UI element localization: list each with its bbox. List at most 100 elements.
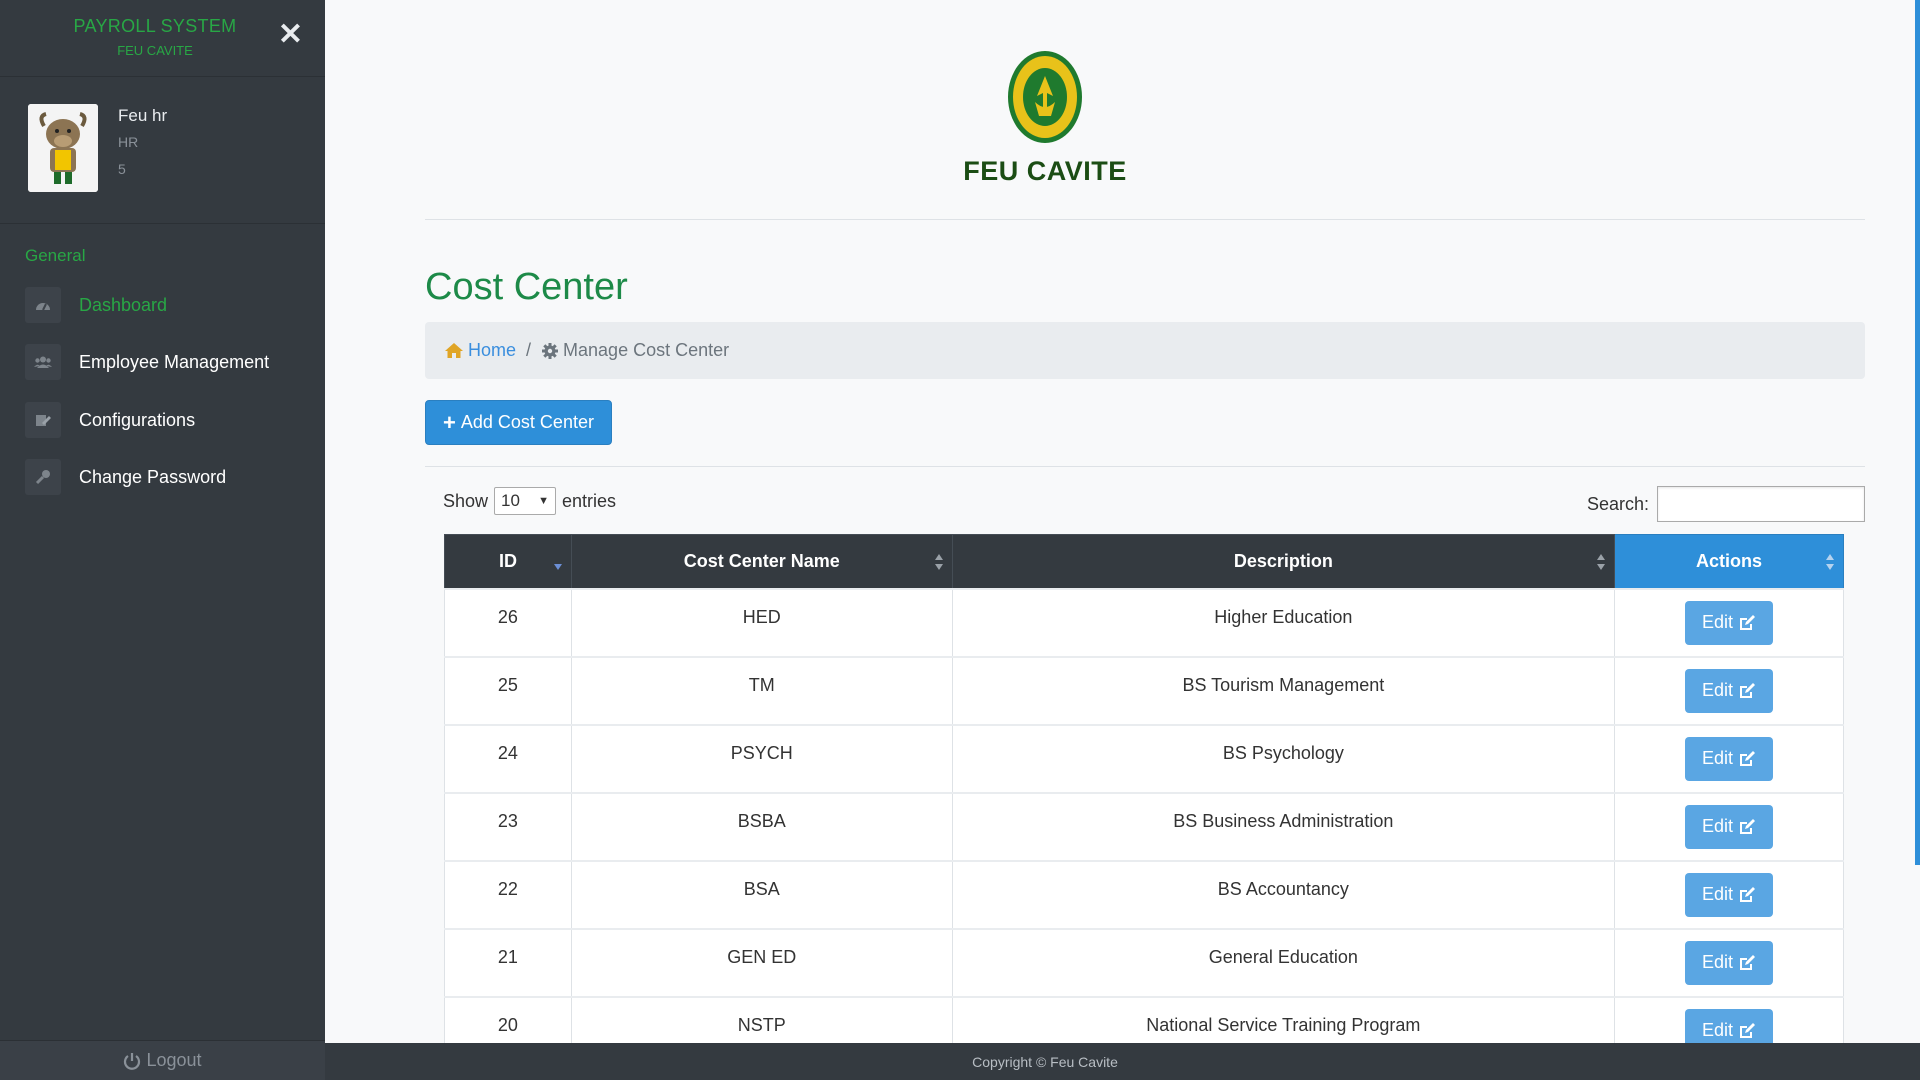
logo-text: FEU CAVITE <box>963 156 1127 186</box>
sort-desc-icon <box>553 564 562 570</box>
sidebar-item-label: Employee Management <box>79 351 270 372</box>
edit-button[interactable]: Edit <box>1685 804 1774 849</box>
cell-actions: Edit <box>1614 656 1844 725</box>
sidebar-item-employee-management[interactable]: Employee Management <box>25 342 315 382</box>
cell-id: 26 <box>444 588 572 657</box>
edit-button[interactable]: Edit <box>1685 872 1774 917</box>
table-header-row: ID Cost Center Name Description Actions <box>444 534 1844 589</box>
key-icon <box>25 459 61 495</box>
breadcrumb-current: Manage Cost Center <box>541 340 729 361</box>
cell-name: BSBA <box>570 792 953 861</box>
edit-button[interactable]: Edit <box>1685 668 1774 713</box>
user-role: HR <box>118 134 139 150</box>
column-header-description[interactable]: Description <box>951 534 1616 589</box>
add-cost-center-label: Add Cost Center <box>460 412 594 432</box>
column-header-label: ID <box>498 550 517 571</box>
app-title: PAYROLL SYSTEM <box>73 16 237 36</box>
table-row: 23 BSBA BS Business Administration Edit <box>444 792 1844 861</box>
edit-button[interactable]: Edit <box>1685 600 1774 645</box>
edit-icon <box>1740 751 1756 766</box>
gear-icon <box>542 342 559 359</box>
search-input[interactable] <box>1657 486 1865 522</box>
nav-section-general: General <box>25 246 86 265</box>
cost-center-table: ID Cost Center Name Description Actions <box>444 534 1844 1066</box>
edit-label: Edit <box>1702 1020 1734 1040</box>
cell-name: PSYCH <box>570 724 953 793</box>
page-title: Cost Center <box>425 266 628 308</box>
breadcrumb-separator: / <box>526 340 532 360</box>
table-row: 26 HED Higher Education Edit <box>444 588 1844 657</box>
entries-length-control: Show 10 ▼ entries <box>443 487 616 515</box>
column-header-id[interactable]: ID <box>444 534 572 589</box>
cell-id: 25 <box>444 656 572 725</box>
cell-actions: Edit <box>1614 860 1844 929</box>
table-row: 24 PSYCH BS Psychology Edit <box>444 724 1844 793</box>
show-label: Show <box>443 490 489 511</box>
table-row: 21 GEN ED General Education Edit <box>444 928 1844 997</box>
sidebar-item-label: Dashboard <box>79 294 168 315</box>
cell-description: Higher Education <box>951 588 1616 657</box>
sort-icon <box>1826 554 1834 570</box>
cell-name: GEN ED <box>570 928 953 997</box>
copyright-text: Copyright © Feu Cavite <box>972 1053 1118 1070</box>
edit-label: Edit <box>1702 952 1734 972</box>
cell-description: BS Accountancy <box>951 860 1616 929</box>
entries-select-value: 10 <box>501 491 520 510</box>
entries-label: entries <box>562 490 617 511</box>
breadcrumb-home-link[interactable]: Home <box>444 340 516 361</box>
config-icon <box>25 402 61 438</box>
cell-actions: Edit <box>1614 928 1844 997</box>
power-icon <box>124 1052 141 1070</box>
sidebar: PAYROLL SYSTEM FEU CAVITE ✕ Feu hr HR 5 … <box>0 0 325 1080</box>
avatar <box>28 104 98 192</box>
logout-label: Logout <box>146 1050 202 1070</box>
sort-icon <box>934 554 943 570</box>
table-row: 25 TM BS Tourism Management Edit <box>444 656 1844 725</box>
section-divider <box>425 466 1865 467</box>
sidebar-item-configurations[interactable]: Configurations <box>25 400 315 440</box>
edit-button[interactable]: Edit <box>1685 736 1774 781</box>
cell-id: 22 <box>444 860 572 929</box>
dashboard-icon <box>25 287 61 323</box>
cell-name: TM <box>570 656 953 725</box>
logout-button[interactable]: Logout <box>0 1040 325 1080</box>
home-icon <box>445 343 463 358</box>
column-header-actions[interactable]: Actions <box>1614 534 1844 589</box>
edit-icon <box>1740 1023 1756 1038</box>
breadcrumb-home-label: Home <box>468 340 517 360</box>
edit-icon <box>1740 887 1756 902</box>
cell-actions: Edit <box>1614 588 1844 657</box>
chevron-down-icon: ▼ <box>538 495 550 507</box>
cell-id: 24 <box>444 724 572 793</box>
table-row: 22 BSA BS Accountancy Edit <box>444 860 1844 929</box>
edit-button[interactable]: Edit <box>1685 940 1774 985</box>
edit-label: Edit <box>1702 748 1734 768</box>
breadcrumb-current-label: Manage Cost Center <box>563 340 730 360</box>
edit-label: Edit <box>1702 816 1734 836</box>
page-scrollbar[interactable] <box>1915 0 1920 865</box>
edit-icon <box>1740 819 1756 834</box>
close-icon[interactable]: ✕ <box>278 20 303 50</box>
breadcrumb: Home / Manage Cost Center <box>425 322 1865 379</box>
cell-description: General Education <box>951 928 1616 997</box>
entries-select[interactable]: 10 ▼ <box>494 487 557 515</box>
sidebar-item-dashboard[interactable]: Dashboard <box>25 285 315 325</box>
column-header-name[interactable]: Cost Center Name <box>570 534 953 589</box>
page-footer: Copyright © Feu Cavite <box>325 1043 1920 1080</box>
cell-actions: Edit <box>1614 792 1844 861</box>
users-icon <box>25 344 61 380</box>
user-profile: Feu hr HR 5 <box>0 77 325 224</box>
edit-icon <box>1740 683 1756 698</box>
cell-description: BS Business Administration <box>951 792 1616 861</box>
edit-label: Edit <box>1702 680 1734 700</box>
cell-id: 21 <box>444 928 572 997</box>
column-header-label: Description <box>1233 550 1333 571</box>
cell-description: BS Tourism Management <box>951 656 1616 725</box>
edit-label: Edit <box>1702 612 1734 632</box>
add-cost-center-button[interactable]: + Add Cost Center <box>425 400 612 445</box>
sidebar-item-change-password[interactable]: Change Password <box>25 457 315 497</box>
cell-name: HED <box>570 588 953 657</box>
user-number: 5 <box>118 161 126 177</box>
edit-icon <box>1740 615 1756 630</box>
cell-id: 23 <box>444 792 572 861</box>
